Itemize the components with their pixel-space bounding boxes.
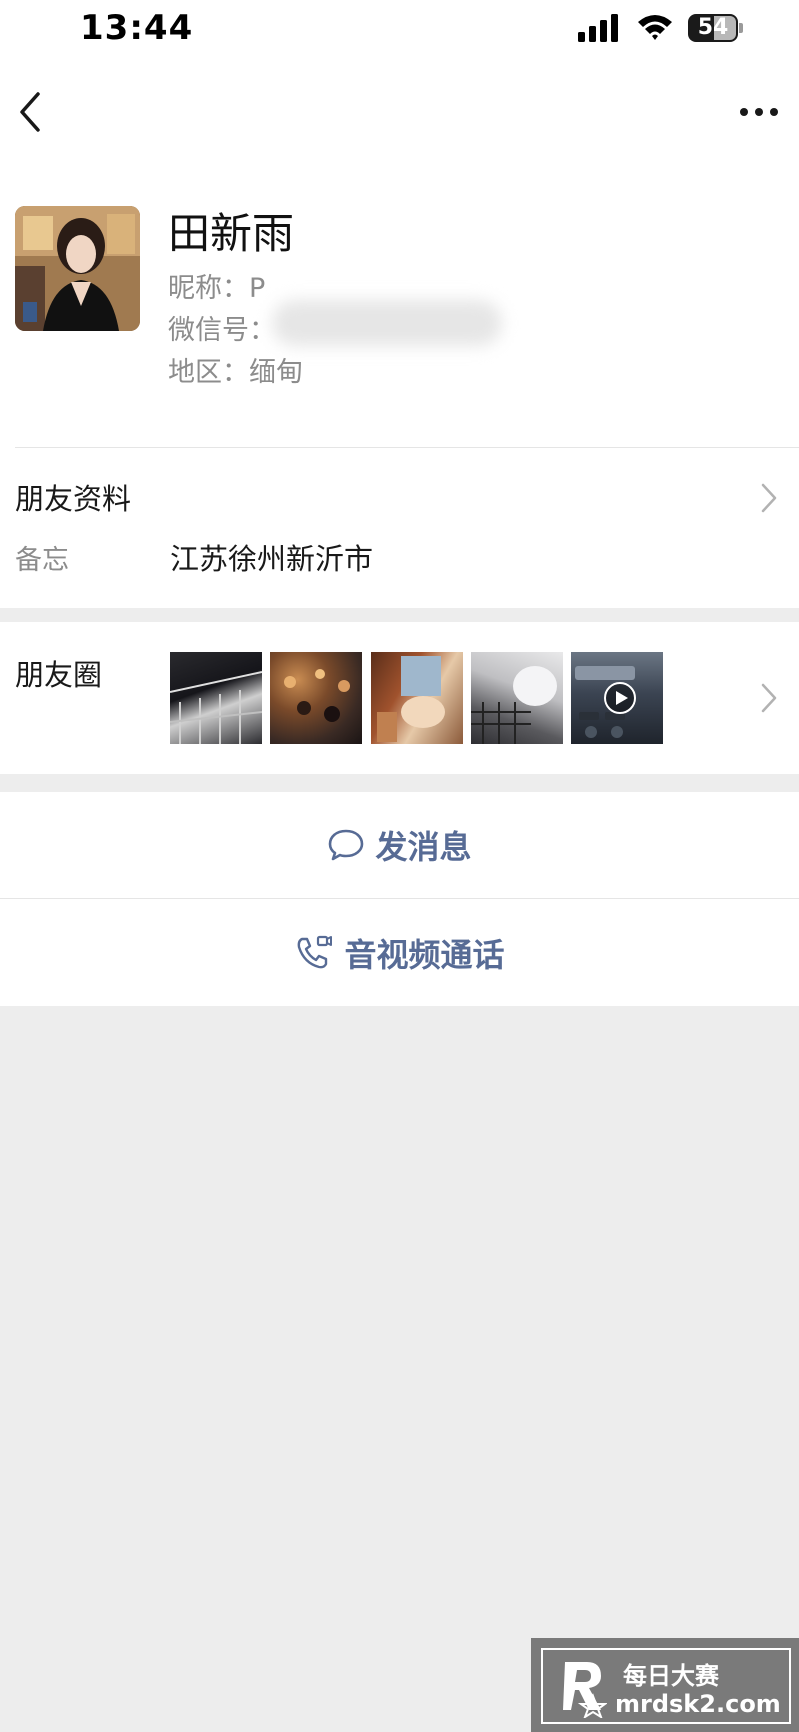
phone-video-icon <box>298 935 333 968</box>
av-call-label: 音视频通话 <box>344 935 505 974</box>
wechat-id-redaction <box>272 300 502 346</box>
nav-bar <box>0 80 799 144</box>
moments-row[interactable]: 朋友圈 <box>0 622 799 774</box>
remark-label: 备忘 <box>15 545 69 576</box>
back-button[interactable] <box>10 88 54 136</box>
wechat-id-line: 微信号： <box>168 315 276 346</box>
status-bar: 13:44 54 <box>0 0 799 62</box>
chat-bubble-icon <box>329 829 364 861</box>
send-message-label: 发消息 <box>375 828 472 866</box>
remark-value: 江苏徐州新沂市 <box>170 542 374 576</box>
nickname-line: 昵称：P <box>168 273 266 304</box>
watermark-line2: mrdsk2.com <box>615 1690 781 1718</box>
watermark-logo-icon <box>563 1662 607 1718</box>
moments-thumbnail <box>371 652 463 744</box>
play-icon <box>604 682 636 714</box>
status-time: 13:44 <box>80 8 194 48</box>
moments-thumbnail <box>270 652 362 744</box>
section-gap <box>0 774 799 792</box>
friend-info-row[interactable]: 朋友资料 <box>0 470 799 526</box>
wifi-icon <box>638 15 672 40</box>
avatar[interactable] <box>15 206 140 331</box>
battery-icon: 54 <box>688 14 744 42</box>
moments-thumbnail <box>471 652 563 744</box>
divider <box>15 447 799 448</box>
section-gap <box>0 608 799 622</box>
chevron-right-icon <box>761 483 777 513</box>
send-message-button[interactable]: 发消息 <box>0 792 799 898</box>
av-call-button[interactable]: 音视频通话 <box>0 899 799 1006</box>
avatar-photo <box>15 206 140 331</box>
moments-thumbnail <box>170 652 262 744</box>
moments-video-thumbnail <box>571 652 663 744</box>
profile-name: 田新雨 <box>168 209 295 258</box>
watermark-line1: 每日大赛 <box>623 1662 719 1690</box>
battery-level: 54 <box>697 15 729 40</box>
friend-info-title: 朋友资料 <box>15 482 132 516</box>
cellular-signal-icon <box>578 14 618 42</box>
watermark-badge: 每日大赛 mrdsk2.com <box>531 1638 799 1732</box>
region-line: 地区：缅甸 <box>168 357 303 388</box>
moments-title: 朋友圈 <box>15 658 103 692</box>
more-button[interactable] <box>736 92 782 132</box>
chevron-right-icon <box>761 683 777 713</box>
